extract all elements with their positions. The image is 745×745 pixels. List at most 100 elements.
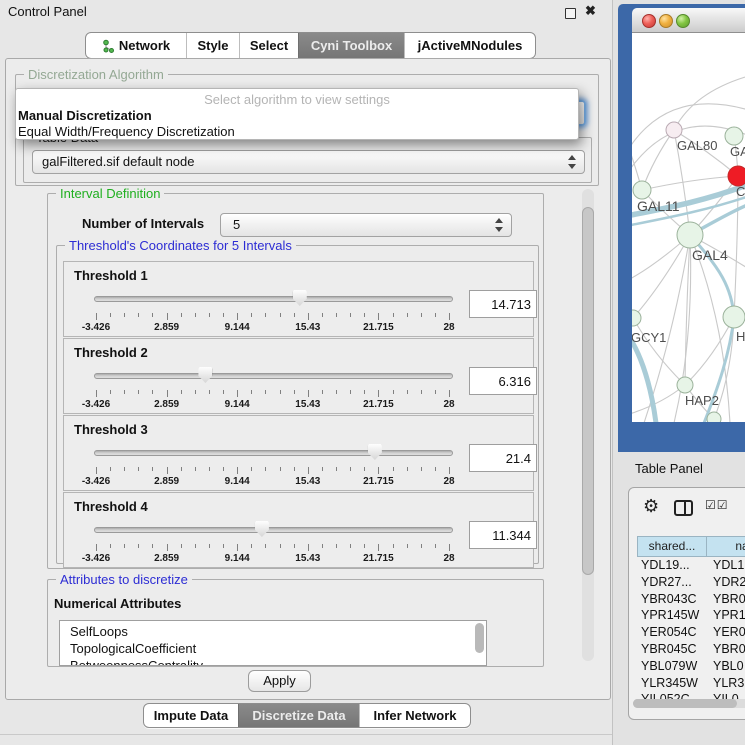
slider-track[interactable] [94,373,453,379]
apply-button[interactable]: Apply [248,670,311,692]
table-cell[interactable]: YBR0 [709,641,745,658]
table-cell[interactable]: YER0 [709,624,745,641]
zoom-traffic-light[interactable] [676,14,690,28]
tab-impute-data[interactable]: Impute Data [144,704,238,727]
tick-label: 21.715 [363,322,394,333]
table-row[interactable]: YPR145WYPR1 [637,607,745,624]
tick-mark [96,544,97,551]
threshold-value-input[interactable] [469,367,537,395]
list-scrollbar[interactable] [475,623,484,653]
tick-mark [407,390,408,394]
table-cell[interactable]: YBL079W [637,658,709,675]
tab-cyni-toolbox[interactable]: Cyni Toolbox [298,33,404,58]
num-intervals-value: 5 [233,214,240,236]
minimize-traffic-light[interactable] [659,14,673,28]
table-cell[interactable]: YBL0 [709,658,745,675]
table-cell[interactable]: YDL1 [709,557,745,574]
algorithm-dropdown-popup: Select algorithm to view settings Manual… [15,88,579,140]
table-row[interactable]: YBR043CYBR0 [637,591,745,608]
network-edge[interactable] [633,235,690,318]
attribute-list-item[interactable]: SelfLoops [60,623,486,640]
table-row[interactable]: YDR27...YDR2 [637,574,745,591]
table-cell[interactable]: YDR27... [637,574,709,591]
gear-icon[interactable]: ⚙ [643,497,659,515]
table-cell[interactable]: YBR045C [637,641,709,658]
slider-thumb[interactable] [293,290,307,306]
tick-mark [336,467,337,471]
attributes-list[interactable]: SelfLoopsTopologicalCoefficientBetweenne… [59,620,487,666]
slider-tick-labels: -3.4262.8599.14415.4321.71528 [96,476,449,487]
slider-thumb[interactable] [198,367,212,383]
table-row[interactable]: YDL19...YDL1 [637,557,745,574]
network-canvas[interactable]: GAL80GACGAL11GAL4GCY1HHAP2 [632,33,745,422]
table-row[interactable]: YLR345WYLR3 [637,675,745,692]
network-node-ga[interactable] [725,127,743,145]
table-cell[interactable]: YPR1 [709,607,745,624]
slider-ticks [96,390,449,398]
tick-label: -3.426 [82,553,110,564]
table-cell[interactable]: YPR145W [637,607,709,624]
network-node-gal80[interactable] [666,122,682,138]
tab-select[interactable]: Select [239,33,298,58]
attribute-list-item[interactable]: BetweennessCentrality [60,657,486,666]
network-edge[interactable] [642,176,738,190]
dropdown-option[interactable]: Equal Width/Frequency Discretization [16,124,578,140]
tab-infer-network[interactable]: Infer Network [359,704,470,727]
float-window-icon[interactable] [565,8,576,19]
panel-scrollbar-track[interactable] [582,189,594,661]
close-traffic-light[interactable] [642,14,656,28]
table-cell[interactable]: YBR043C [637,591,709,608]
network-node-h[interactable] [723,306,745,328]
slider-tick-labels: -3.4262.8599.14415.4321.71528 [96,553,449,564]
slider-track[interactable] [94,527,453,533]
tab-style[interactable]: Style [186,33,239,58]
column-header-1[interactable]: shared... [638,537,707,556]
slider-track[interactable] [94,450,453,456]
num-intervals-combobox[interactable]: 5 [220,213,512,237]
threshold-value-input[interactable] [469,290,537,318]
network-edge[interactable] [674,75,745,130]
network-node-hap2[interactable] [677,377,693,393]
threshold-value-input[interactable] [469,521,537,549]
dropdown-placeholder-option[interactable]: Select algorithm to view settings [16,89,578,108]
slider-track[interactable] [94,296,453,302]
slider-thumb[interactable] [368,444,382,460]
select-columns-checkboxes-icon[interactable]: ☑☑ [705,498,729,512]
tick-mark [167,390,168,397]
tab-jactivemnodules[interactable]: jActiveMNodules [404,33,535,58]
slider-ticks [96,544,449,552]
columns-icon[interactable] [674,500,693,516]
tick-mark [322,544,323,548]
table-cell[interactable]: YDR2 [709,574,745,591]
table-row[interactable]: YBL079WYBL0 [637,658,745,675]
table-cell[interactable]: YLR3 [709,675,745,692]
table-row[interactable]: YER054CYER0 [637,624,745,641]
table-cell[interactable]: YBR0 [709,591,745,608]
table-hscrollbar-thumb[interactable] [633,699,737,708]
table-hscrollbar-track[interactable] [633,699,745,708]
tab-network[interactable]: Network [86,33,186,58]
network-window-titlebar[interactable] [632,8,745,33]
attribute-list-item[interactable]: TopologicalCoefficient [60,640,486,657]
column-header-2[interactable]: na [707,537,745,556]
panel-scrollbar-thumb[interactable] [582,207,594,575]
network-node-gal4[interactable] [677,222,703,248]
slider-thumb[interactable] [255,521,269,537]
table-cell[interactable]: YER054C [637,624,709,641]
threshold-value-input[interactable] [469,444,537,472]
table-cell[interactable]: YLR345W [637,675,709,692]
dropdown-option[interactable]: Manual Discretization [16,108,578,124]
table-data-combobox[interactable]: galFiltered.sif default node [32,150,585,174]
tab-discretize-data[interactable]: Discretize Data [238,704,359,727]
tick-mark [167,313,168,320]
table-cell[interactable]: YDL19... [637,557,709,574]
close-icon[interactable]: ✖ [585,3,596,19]
attributes-section: Attributes to discretize Numerical Attri… [47,579,544,667]
network-node-gal11[interactable] [633,181,651,199]
network-node-c[interactable] [728,166,745,186]
network-edge[interactable] [642,130,674,190]
network-node[interactable] [707,412,721,422]
tick-mark [449,390,450,397]
table-row[interactable]: YBR045CYBR0 [637,641,745,658]
network-node-gcy1[interactable] [632,310,641,326]
